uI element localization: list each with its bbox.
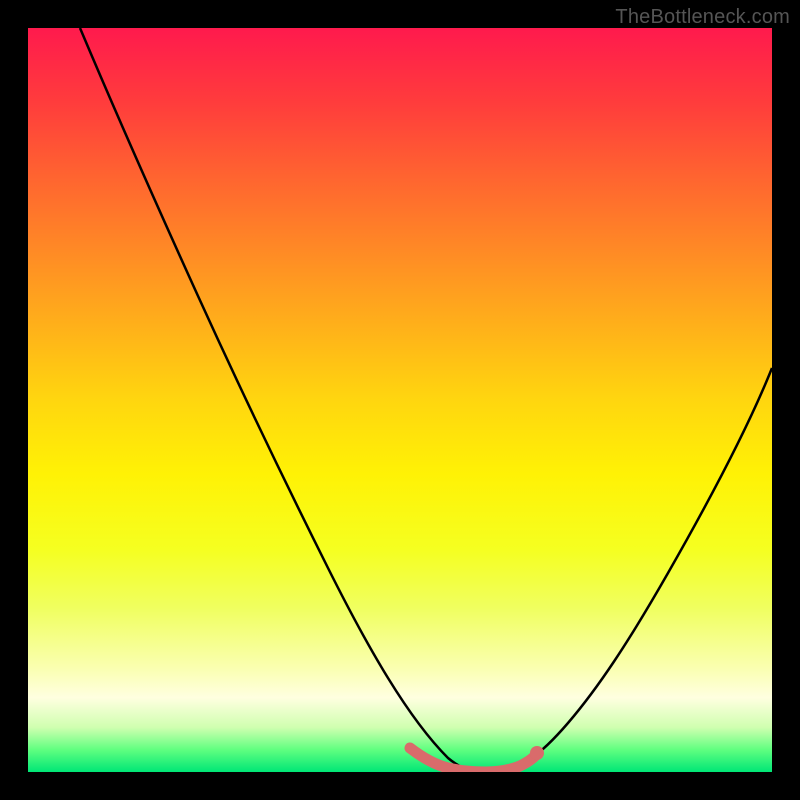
valley-end-dot bbox=[530, 746, 544, 760]
chart-frame: TheBottleneck.com bbox=[0, 0, 800, 800]
right-curve bbox=[498, 368, 772, 772]
left-curve bbox=[80, 28, 476, 772]
curves-svg bbox=[28, 28, 772, 772]
valley-marker bbox=[410, 748, 535, 772]
watermark-text: TheBottleneck.com bbox=[615, 6, 790, 29]
plot-area bbox=[28, 28, 772, 772]
